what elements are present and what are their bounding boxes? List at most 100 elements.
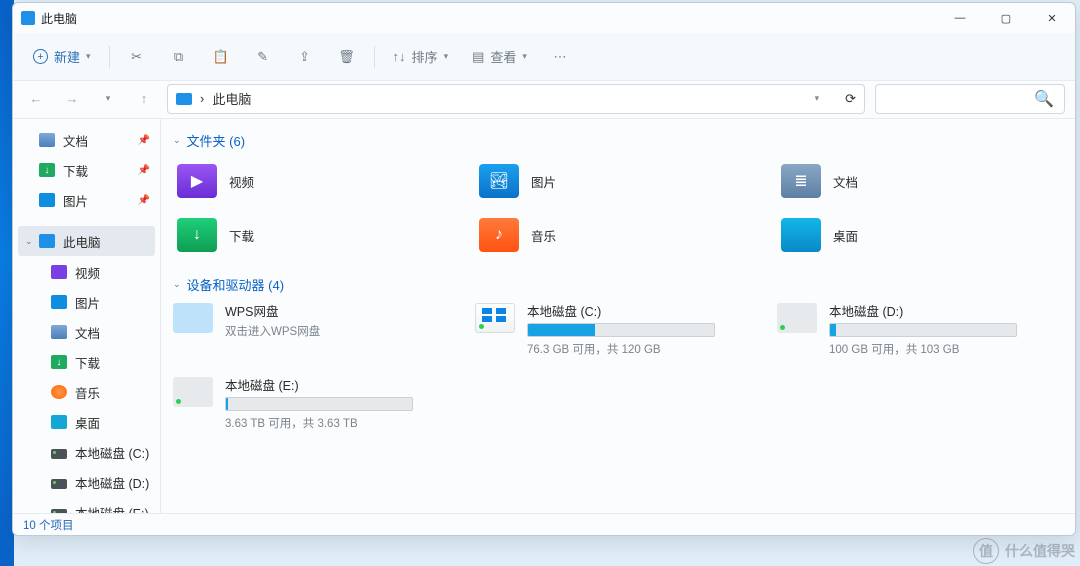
- new-button[interactable]: + 新建 ▾: [23, 40, 101, 74]
- folder-icon: [51, 385, 67, 399]
- sidebar-quick-0[interactable]: 文档 📌: [13, 125, 160, 155]
- sidebar-pc-child-7[interactable]: 本地磁盘 (D:): [13, 467, 160, 497]
- folder-item-0[interactable]: ▶ 视频: [173, 157, 459, 205]
- drive-name: 本地磁盘 (D:): [829, 301, 1063, 320]
- folder-icon: ▶: [177, 164, 217, 198]
- titlebar[interactable]: 此电脑 ― ▢ ✕: [13, 3, 1075, 33]
- sidebar-pc-child-5[interactable]: 桌面: [13, 407, 160, 437]
- sidebar-quick-1[interactable]: 下载 📌: [13, 155, 160, 185]
- ellipsis-icon: ⋯: [553, 49, 566, 65]
- drive-icon: [173, 303, 213, 333]
- thispc-icon: [39, 234, 55, 248]
- sidebar-pc-child-1[interactable]: 图片: [13, 287, 160, 317]
- drives-section-header[interactable]: ⌄ 设备和驱动器 (4): [173, 271, 1063, 297]
- delete-button[interactable]: 🗑: [328, 40, 366, 74]
- sidebar-pc-child-8[interactable]: 本地磁盘 (E:): [13, 497, 160, 513]
- toolbar: + 新建 ▾ ✂ ⧉ 📋 ✎ ⇪ 🗑 ↑↓ 排序 ▾ ▤ 查看 ▾ ⋯: [13, 33, 1075, 81]
- drive-icon: [777, 303, 817, 333]
- share-button[interactable]: ⇪: [286, 40, 324, 74]
- cut-button[interactable]: ✂: [118, 40, 156, 74]
- chevron-down-icon: ⌄: [173, 279, 181, 290]
- capacity-bar: [225, 397, 413, 411]
- drive-icon: [475, 303, 515, 333]
- folder-icon: ♪: [479, 218, 519, 252]
- sort-button[interactable]: ↑↓ 排序 ▾: [383, 40, 459, 74]
- recent-dropdown[interactable]: ▾: [95, 86, 121, 112]
- more-button[interactable]: ⋯: [541, 40, 579, 74]
- search-input[interactable]: 🔍: [875, 84, 1065, 114]
- minimize-button[interactable]: ―: [937, 3, 983, 33]
- sidebar-pc-child-6[interactable]: 本地磁盘 (C:): [13, 437, 160, 467]
- watermark: 值 什么值得哭: [973, 538, 1075, 564]
- folder-label: 音乐: [531, 226, 556, 245]
- folder-icon: [781, 218, 821, 252]
- rename-button[interactable]: ✎: [244, 40, 282, 74]
- folder-label: 文档: [833, 172, 858, 191]
- drive-item-3[interactable]: 本地磁盘 (E:) 3.63 TB 可用，共 3.63 TB: [173, 375, 459, 431]
- folder-item-3[interactable]: ↓ 下载: [173, 211, 459, 259]
- folder-item-2[interactable]: ≣ 文档: [777, 157, 1063, 205]
- sidebar-item-label: 文档: [63, 131, 88, 150]
- sidebar-pc-child-0[interactable]: 视频: [13, 257, 160, 287]
- sidebar-thispc[interactable]: ⌄ 此电脑: [18, 226, 155, 256]
- sidebar-quick-2[interactable]: 图片 📌: [13, 185, 160, 215]
- plus-icon: +: [33, 49, 48, 64]
- sidebar-item-label: 视频: [75, 263, 100, 282]
- drive-subtext: 双击进入WPS网盘: [225, 323, 459, 339]
- chevron-down-icon: ⌄: [25, 236, 33, 247]
- drive-item-2[interactable]: 本地磁盘 (D:) 100 GB 可用，共 103 GB: [777, 301, 1063, 357]
- up-button[interactable]: ↑: [131, 86, 157, 112]
- sidebar-pc-child-4[interactable]: 音乐: [13, 377, 160, 407]
- sidebar-item-label: 本地磁盘 (D:): [75, 473, 149, 492]
- chevron-down-icon[interactable]: ▾: [815, 93, 820, 104]
- drive-item-1[interactable]: 本地磁盘 (C:) 76.3 GB 可用，共 120 GB: [475, 301, 761, 357]
- close-button[interactable]: ✕: [1029, 3, 1075, 33]
- breadcrumb-path: 此电脑: [212, 89, 251, 108]
- folder-item-5[interactable]: 桌面: [777, 211, 1063, 259]
- sidebar-item-label: 下载: [75, 353, 100, 372]
- maximize-button[interactable]: ▢: [983, 3, 1029, 33]
- folders-section-header[interactable]: ⌄ 文件夹 (6): [173, 127, 1063, 153]
- sidebar-pc-child-2[interactable]: 文档: [13, 317, 160, 347]
- address-bar[interactable]: › 此电脑 ▾ ⟳: [167, 84, 865, 114]
- view-button[interactable]: ▤ 查看 ▾: [462, 40, 537, 74]
- copy-button[interactable]: ⧉: [160, 40, 198, 74]
- folder-icon: ↓: [177, 218, 217, 252]
- drive-name: 本地磁盘 (C:): [527, 301, 761, 320]
- folder-item-1[interactable]: 🏞 图片: [475, 157, 761, 205]
- folder-item-4[interactable]: ♪ 音乐: [475, 211, 761, 259]
- clipboard-icon: 📋: [212, 49, 228, 65]
- drive-subtext: 3.63 TB 可用，共 3.63 TB: [225, 415, 459, 431]
- app-icon: [21, 11, 35, 25]
- thispc-icon: [176, 93, 192, 105]
- chevron-down-icon: ⌄: [173, 135, 181, 146]
- drive-item-0[interactable]: WPS网盘 双击进入WPS网盘: [173, 301, 459, 357]
- sidebar-pc-child-3[interactable]: 下载: [13, 347, 160, 377]
- sidebar-item-label: 下载: [63, 161, 88, 180]
- drive-subtext: 76.3 GB 可用，共 120 GB: [527, 341, 761, 357]
- chevron-down-icon: ▾: [86, 51, 91, 62]
- capacity-bar: [527, 323, 715, 337]
- sort-icon: ↑↓: [393, 49, 406, 64]
- refresh-button[interactable]: ⟳: [845, 91, 856, 107]
- scissors-icon: ✂: [131, 49, 142, 65]
- folder-label: 图片: [531, 172, 556, 191]
- back-button[interactable]: ←: [23, 86, 49, 112]
- pin-icon: 📌: [138, 135, 150, 146]
- drive-name: WPS网盘: [225, 301, 459, 320]
- search-icon: 🔍: [1034, 89, 1054, 109]
- folder-icon: 🏞: [479, 164, 519, 198]
- sidebar-item-label: 音乐: [75, 383, 100, 402]
- chevron-down-icon: ▾: [522, 51, 527, 62]
- sidebar-item-label: 本地磁盘 (E:): [75, 503, 149, 514]
- file-explorer-window: 此电脑 ― ▢ ✕ + 新建 ▾ ✂ ⧉ 📋 ✎ ⇪ 🗑 ↑↓ 排序 ▾ ▤ 查…: [12, 2, 1076, 536]
- sidebar: 文档 📌 下载 📌 图片 📌 ⌄ 此电脑 视频 图片 文档 下载 音乐: [13, 119, 161, 513]
- content-area: ⌄ 文件夹 (6) ▶ 视频 🏞 图片 ≣ 文档 ↓ 下载 ♪ 音乐 桌面 ⌄ …: [161, 119, 1075, 513]
- drive-icon: [173, 377, 213, 407]
- sidebar-item-label: 此电脑: [63, 232, 101, 251]
- paste-button[interactable]: 📋: [202, 40, 240, 74]
- sidebar-item-label: 图片: [75, 293, 100, 312]
- sidebar-item-label: 本地磁盘 (C:): [75, 443, 149, 462]
- forward-button[interactable]: →: [59, 86, 85, 112]
- status-bar: 10 个项目: [13, 513, 1075, 535]
